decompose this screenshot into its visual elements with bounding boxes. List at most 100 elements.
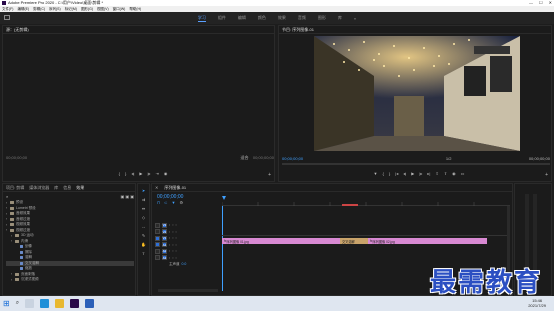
track-target-button[interactable]: V2	[162, 229, 167, 235]
edge-icon[interactable]	[40, 299, 50, 308]
step-back-icon[interactable]: ◂|	[403, 171, 406, 176]
type-tool-icon[interactable]: T	[142, 251, 144, 256]
track-target-button[interactable]: V3	[162, 222, 167, 228]
workspace-tab[interactable]: 颜色	[258, 15, 266, 21]
file-explorer-icon[interactable]	[55, 299, 65, 308]
source-patch-button[interactable]	[155, 222, 160, 228]
step-back-icon[interactable]: ◂|	[131, 171, 134, 176]
workspace-tab[interactable]: 学习	[197, 15, 206, 22]
sync-icon[interactable]: ▫	[172, 256, 173, 260]
close-button[interactable]: ✕	[549, 0, 552, 5]
wrench-icon[interactable]: ⚙	[179, 200, 183, 205]
source-patch-button[interactable]	[155, 229, 160, 235]
sync-icon[interactable]: ▫	[172, 223, 173, 227]
eye-icon[interactable]: ▫	[176, 236, 177, 240]
home-icon[interactable]	[4, 15, 10, 20]
disclosure-chevron-icon[interactable]: ›	[6, 228, 8, 232]
eye-icon[interactable]: ▫	[176, 256, 177, 260]
slip-tool-icon[interactable]: ↔	[142, 224, 146, 229]
go-to-in-icon[interactable]: |◂	[395, 171, 398, 176]
disclosure-chevron-icon[interactable]: ›	[11, 239, 13, 243]
close-sequence-icon[interactable]: ✕	[155, 185, 158, 190]
video-clip[interactable]: fx 序列图像 01.jpg	[222, 238, 340, 244]
workspace-tab[interactable]: 库	[338, 15, 342, 21]
disclosure-chevron-icon[interactable]: ›	[6, 206, 8, 210]
extract-icon[interactable]: ⇪	[444, 171, 447, 176]
disclosure-chevron-icon[interactable]: ›	[6, 201, 8, 205]
maximize-button[interactable]: ☐	[539, 0, 543, 5]
disclosure-chevron-icon[interactable]: ›	[11, 234, 13, 238]
menu-item[interactable]: 视图(V)	[97, 7, 109, 12]
linked-selection-icon[interactable]: ⊂	[164, 200, 167, 205]
go-to-out-icon[interactable]: ▸|	[427, 171, 430, 176]
lock-icon[interactable]: ▫	[169, 230, 170, 234]
add-marker-icon[interactable]: ▼	[171, 200, 175, 205]
track-target-button[interactable]: A1	[162, 242, 167, 248]
mark-out-icon[interactable]: }	[389, 171, 390, 176]
windows-start-icon[interactable]: ⊞	[3, 299, 10, 308]
system-clock[interactable]: 15:46 2021/7/29	[528, 298, 546, 308]
add-button-icon[interactable]: +	[268, 172, 271, 178]
menu-item[interactable]: 文件(F)	[2, 7, 13, 12]
source-patch-button[interactable]	[155, 242, 160, 248]
menu-item[interactable]: 标记(M)	[65, 7, 77, 12]
project-panel-tab[interactable]: 库	[54, 185, 58, 191]
menu-item[interactable]: 窗口(W)	[113, 7, 126, 12]
snap-icon[interactable]: ⊓	[157, 200, 160, 205]
marker-icon[interactable]: ▼	[374, 171, 378, 176]
sync-icon[interactable]: ▫	[172, 230, 173, 234]
workspace-tab[interactable]: 音频	[298, 15, 306, 21]
mark-in-icon[interactable]: {	[119, 171, 120, 176]
workspace-tab[interactable]: 组件	[218, 15, 226, 21]
lock-icon[interactable]: ▫	[169, 256, 170, 260]
project-panel-tab[interactable]: 信息	[63, 185, 71, 191]
eye-icon[interactable]: ▫	[176, 243, 177, 247]
vr-icon[interactable]: ▭	[461, 171, 465, 176]
camera-icon[interactable]: ◉	[164, 171, 168, 176]
disclosure-chevron-icon[interactable]: ›	[6, 212, 8, 216]
sync-icon[interactable]: ▫	[172, 243, 173, 247]
sync-icon[interactable]: ▫	[172, 236, 173, 240]
timeline-ruler[interactable]	[221, 194, 510, 206]
minimize-button[interactable]: —	[529, 0, 533, 5]
eye-icon[interactable]: ▫	[176, 230, 177, 234]
task-view-icon[interactable]	[25, 299, 35, 308]
step-forward-icon[interactable]: |▸	[147, 171, 150, 176]
razor-tool-icon[interactable]: ◇	[142, 215, 145, 220]
step-forward-icon[interactable]: |▸	[419, 171, 422, 176]
mark-in-icon[interactable]: {	[383, 171, 384, 176]
fit-dropdown[interactable]: 适合	[241, 155, 249, 161]
hand-tool-icon[interactable]: ✋	[141, 242, 146, 247]
workspace-more-button[interactable]: »	[354, 16, 356, 21]
menu-item[interactable]: 帮助(H)	[129, 7, 141, 12]
eye-icon[interactable]: ▫	[176, 249, 177, 253]
source-patch-button[interactable]	[155, 248, 160, 254]
menu-item[interactable]: 编辑(E)	[17, 7, 29, 12]
master-volume[interactable]: 0.0	[182, 262, 187, 266]
workspace-tab[interactable]: 图形	[318, 15, 326, 21]
insert-icon[interactable]: ⇥	[156, 171, 159, 176]
track-target-button[interactable]: V1	[162, 235, 167, 241]
resolution-dropdown[interactable]: 1/2	[446, 156, 452, 161]
project-panel-tab[interactable]: 项目: 剪辑	[6, 185, 24, 191]
effects-folder-row[interactable]: › 沉浸式视频	[6, 277, 134, 283]
track-select-tool-icon[interactable]: ⇉	[142, 197, 145, 202]
effects-search-icon[interactable]: ⌕	[6, 194, 8, 199]
project-panel-tab[interactable]: 效果	[76, 185, 84, 191]
sync-icon[interactable]: ▫	[172, 249, 173, 253]
disclosure-chevron-icon[interactable]: ›	[6, 223, 8, 227]
word-taskbar-icon[interactable]	[85, 299, 95, 308]
disclosure-chevron-icon[interactable]: ›	[6, 217, 8, 221]
source-patch-button[interactable]	[155, 255, 160, 261]
workspace-tab[interactable]: 效果	[278, 15, 286, 21]
play-icon[interactable]: ▶	[139, 171, 142, 176]
program-scrubber[interactable]	[282, 163, 550, 165]
transition-clip[interactable]: 交叉溶解	[340, 238, 368, 244]
timeline-hscroll[interactable]	[158, 289, 218, 292]
menu-item[interactable]: 图形(G)	[81, 7, 93, 12]
menu-item[interactable]: 序列(S)	[49, 7, 61, 12]
premiere-taskbar-icon[interactable]	[70, 299, 80, 308]
disclosure-chevron-icon[interactable]: ›	[11, 278, 13, 282]
ripple-edit-tool-icon[interactable]: ⇹	[142, 206, 145, 211]
search-icon[interactable]: ⌕	[16, 300, 19, 307]
